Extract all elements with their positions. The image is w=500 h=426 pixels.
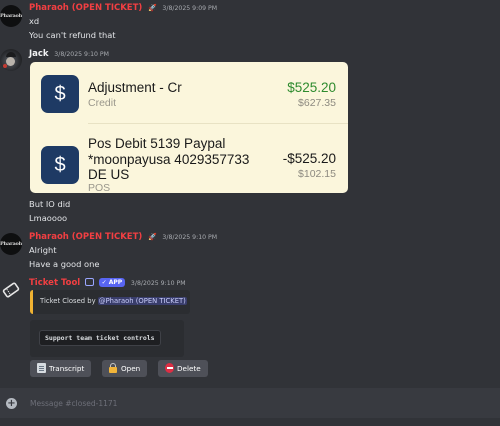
timestamp: 3/8/2025 9:10 PM	[54, 51, 109, 58]
ticket-icon	[2, 282, 20, 298]
author-name[interactable]: Jack	[29, 49, 49, 59]
transcript-button[interactable]: Transcript	[30, 360, 92, 377]
avatar-face	[6, 57, 15, 66]
message-text: Alright	[29, 245, 57, 255]
button-label: Delete	[177, 364, 201, 373]
embed-label: Ticket Closed by	[40, 297, 96, 305]
author-name[interactable]: Pharaoh (OPEN TICKET)	[29, 3, 142, 13]
bot-icon	[84, 278, 94, 286]
message-text: But IO did	[29, 199, 71, 209]
transaction-title-line: DE US	[88, 167, 130, 182]
message-header: Ticket Tool ✓ APP 3/8/2025 9:10 PM	[29, 278, 186, 288]
timestamp: 3/8/2025 9:09 PM	[162, 5, 218, 12]
transaction-title: Adjustment - Cr	[88, 80, 182, 95]
app-badge: ✓ APP	[98, 278, 126, 287]
transaction-type: Credit	[88, 97, 117, 109]
avatar[interactable]	[0, 49, 22, 71]
timestamp: 3/8/2025 9:10 PM	[162, 234, 218, 241]
transaction-balance: $627.35	[298, 97, 336, 109]
button-label: Open	[121, 364, 141, 373]
rocket-icon: 🚀	[148, 233, 157, 241]
message-composer: +	[0, 388, 500, 418]
delete-button[interactable]: Delete	[158, 360, 208, 377]
avatar[interactable]: Pharaoh	[0, 5, 22, 27]
avatar-detail	[3, 64, 7, 68]
timestamp: 3/8/2025 9:10 PM	[130, 280, 186, 287]
code-block: Support team ticket controls	[39, 330, 161, 346]
message-input[interactable]	[30, 396, 470, 411]
button-label: Transcript	[49, 364, 85, 373]
rocket-icon: 🚀	[148, 4, 157, 12]
app-badge-label: APP	[108, 279, 123, 286]
avatar[interactable]	[0, 279, 22, 301]
avatar-text: Pharaoh	[0, 241, 22, 247]
dollar-icon: $	[41, 75, 79, 113]
dollar-icon: $	[41, 146, 79, 184]
message-header: Pharaoh (OPEN TICKET) 🚀 3/8/2025 9:09 PM	[29, 3, 217, 13]
message-text: Have a good one	[29, 259, 100, 269]
open-button[interactable]: Open	[102, 360, 148, 377]
bank-statement-image[interactable]: $ Adjustment - Cr Credit $525.20 $627.35…	[30, 62, 348, 193]
ticket-closed-embed: Ticket Closed by @Pharaoh (OPEN TICKET)	[30, 290, 190, 314]
divider	[88, 123, 348, 124]
message-header: Pharaoh (OPEN TICKET) 🚀 3/8/2025 9:10 PM	[29, 232, 217, 242]
author-name[interactable]: Ticket Tool	[29, 278, 80, 288]
message-text: xd	[29, 16, 40, 26]
embed-text: Ticket Closed by @Pharaoh (OPEN TICKET)	[40, 297, 187, 305]
transaction-type: POS	[88, 182, 111, 193]
lock-icon	[109, 363, 118, 373]
no-entry-icon	[165, 363, 174, 373]
add-attachment-button[interactable]: +	[6, 398, 17, 409]
transaction-title-line: Pos Debit 5139 Paypal	[88, 136, 226, 151]
message-header: Jack 3/8/2025 9:10 PM	[29, 49, 109, 59]
message-text: Lmaoooo	[29, 213, 68, 223]
avatar[interactable]: Pharaoh	[0, 233, 22, 255]
document-icon	[37, 363, 46, 373]
author-name[interactable]: Pharaoh (OPEN TICKET)	[29, 232, 142, 242]
message-text: You can't refund that	[29, 30, 116, 40]
transaction-amount: -$525.20	[282, 151, 336, 166]
chat-messages: Pharaoh Pharaoh (OPEN TICKET) 🚀 3/8/2025…	[0, 0, 500, 386]
user-mention[interactable]: @Pharaoh (OPEN TICKET)	[97, 297, 187, 305]
transaction-amount: $525.20	[287, 80, 336, 95]
transaction-balance: $102.15	[298, 168, 336, 180]
avatar-text: Pharaoh	[0, 13, 22, 19]
controls-embed: Support team ticket controls	[30, 320, 184, 357]
transaction-title-line: *moonpayusa 4029357733	[88, 152, 250, 167]
